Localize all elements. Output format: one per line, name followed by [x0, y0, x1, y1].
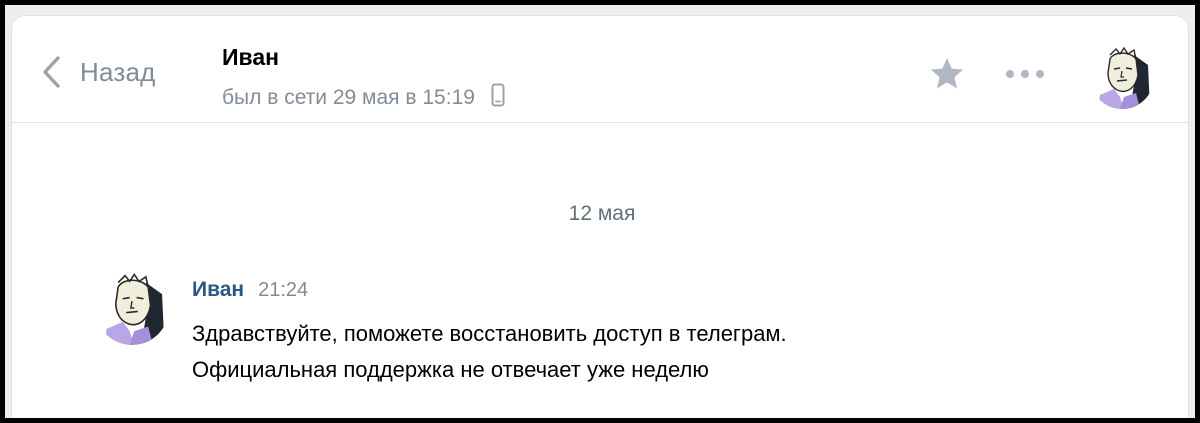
last-seen-text: был в сети 29 мая в 15:19 — [222, 86, 475, 109]
chevron-left-icon — [43, 56, 60, 88]
more-dots-icon — [1006, 70, 1044, 78]
back-button[interactable]: Назад — [40, 50, 156, 94]
back-label: Назад — [80, 56, 156, 87]
peer-name[interactable]: Иван — [222, 44, 279, 71]
mobile-phone-icon — [491, 83, 505, 113]
message-line: Здравствуйте, поможете восстановить дост… — [192, 321, 787, 346]
date-separator: 12 мая — [568, 202, 636, 225]
message-author[interactable]: Иван — [192, 278, 244, 302]
message-line: Официальная поддержка не отвечает уже не… — [192, 357, 709, 382]
chat-header: Назад Иван был в сети 29 мая в 15:19 — [12, 16, 1188, 123]
peer-status: был в сети 29 мая в 15:19 — [222, 83, 505, 113]
message-header: Иван 21:24 — [192, 278, 308, 302]
favorite-button[interactable] — [925, 52, 969, 96]
more-actions-button[interactable] — [1000, 56, 1050, 92]
peer-avatar[interactable] — [1090, 45, 1154, 109]
screenshot-frame: Назад Иван был в сети 29 мая в 15:19 12 … — [5, 5, 1195, 418]
message-author-avatar[interactable] — [95, 271, 169, 345]
chat-window: Назад Иван был в сети 29 мая в 15:19 12 … — [11, 15, 1189, 418]
star-icon — [931, 58, 963, 89]
message-text: Здравствуйте, поможете восстановить дост… — [192, 316, 1092, 388]
message-time[interactable]: 21:24 — [258, 279, 308, 302]
